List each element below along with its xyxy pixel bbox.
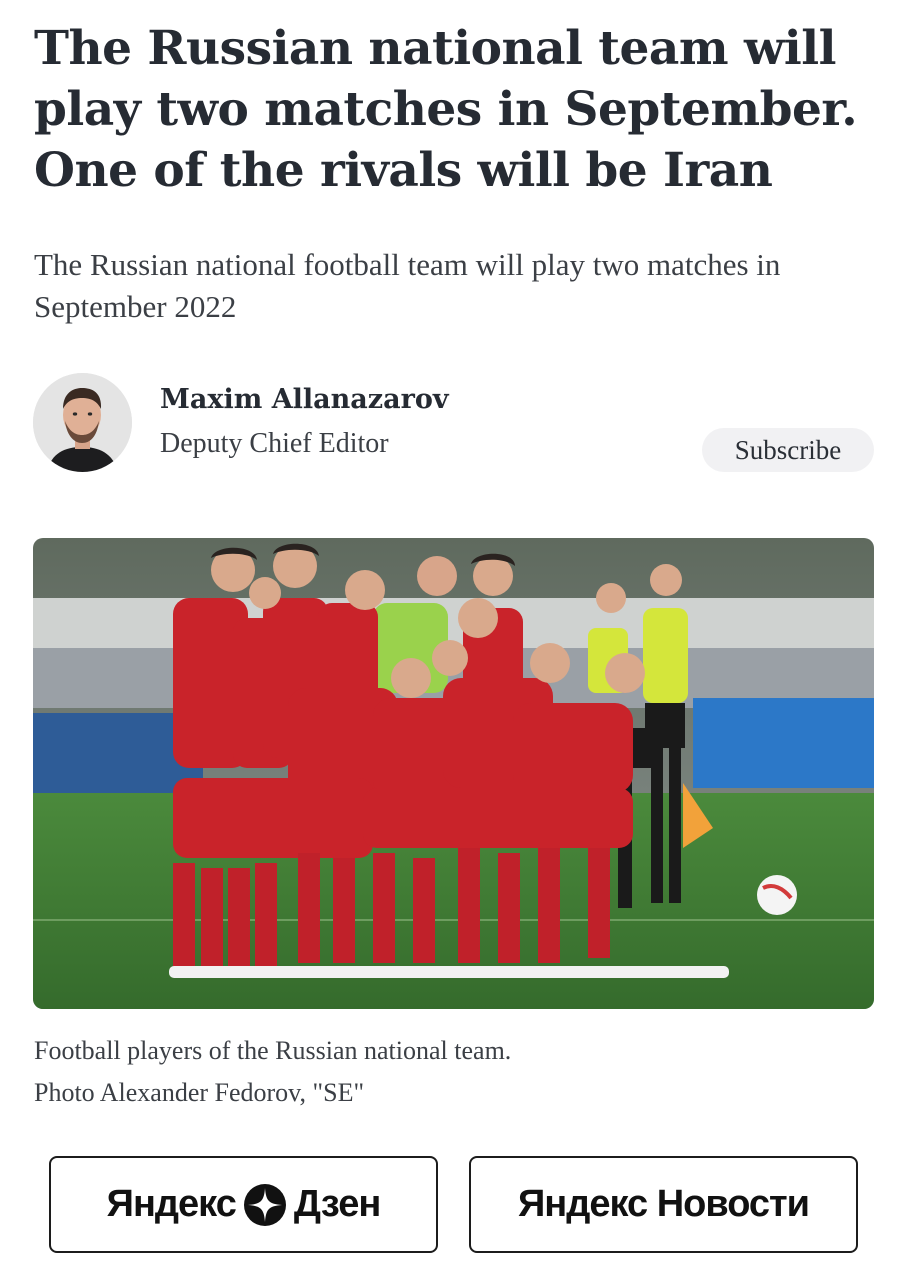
team-photo-image: [33, 538, 874, 1009]
yandex-dzen-button[interactable]: Яндекс Дзен: [49, 1156, 438, 1253]
dzen-label-left: Яндекс: [106, 1183, 237, 1225]
caption-line-1: Football players of the Russian national…: [34, 1036, 512, 1065]
news-label: Яндекс Новости: [517, 1183, 810, 1225]
caption-line-2: Photo Alexander Fedorov, "SE": [34, 1078, 365, 1107]
dzen-label-right: Дзен: [293, 1183, 381, 1225]
author-role: Deputy Chief Editor: [160, 428, 389, 459]
article-photo: [33, 538, 874, 1009]
author-avatar[interactable]: [33, 373, 132, 472]
photo-caption: Football players of the Russian national…: [34, 1030, 879, 1114]
article-headline: The Russian national team will play two …: [34, 21, 858, 198]
author-name[interactable]: Maxim Allanazarov: [160, 384, 449, 415]
dzen-star-icon: [243, 1183, 286, 1226]
yandex-news-button[interactable]: Яндекс Новости: [469, 1156, 858, 1253]
avatar-image: [33, 373, 132, 472]
article-subtitle: The Russian national football team will …: [34, 247, 781, 324]
subscribe-button[interactable]: Subscribe: [702, 428, 874, 472]
